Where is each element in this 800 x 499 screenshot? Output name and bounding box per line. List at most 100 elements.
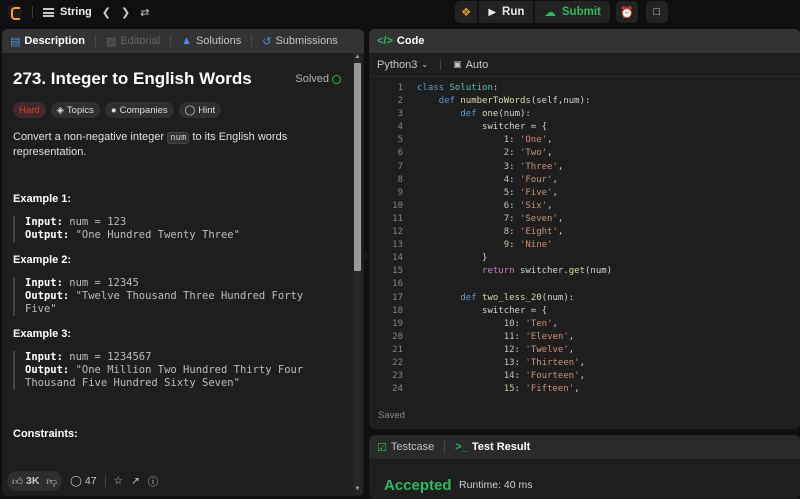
- line-number: 10: [392, 200, 403, 211]
- line-number: 5: [397, 135, 403, 146]
- code-line[interactable]: 5 1: 'One',: [369, 134, 800, 147]
- code-line[interactable]: 12 8: 'Eight',: [369, 226, 800, 239]
- code-line[interactable]: 18 switcher = {: [369, 305, 800, 318]
- question-icon[interactable]: ⓘ: [148, 474, 159, 489]
- checkbox-icon: ☑: [377, 441, 387, 454]
- problem-title[interactable]: 273. Integer to English Words: [13, 69, 252, 89]
- tab-submissions[interactable]: ↺ Submissions: [262, 35, 338, 48]
- code-line[interactable]: 13 9: 'Nine': [369, 239, 800, 252]
- input-label: Input:: [25, 351, 63, 363]
- hint-tag[interactable]: ◯ Hint: [178, 102, 222, 118]
- tab-code[interactable]: </> Code: [377, 35, 424, 47]
- comment-count: 47: [84, 475, 97, 487]
- lightbulb-icon: ◯: [184, 104, 196, 116]
- line-number: 24: [392, 384, 403, 395]
- top-bar: String ❮ ❯ ⇄ ❖ ▶ Run ☁ Submit ⏰ □: [0, 0, 800, 24]
- description-scrollbar[interactable]: ▲ ▼: [353, 53, 362, 495]
- solved-label: Solved: [295, 73, 329, 85]
- code-text: 4: 'Four',: [503, 174, 558, 185]
- line-number: 14: [392, 253, 403, 264]
- problem-content: 273. Integer to English Words Solved Har…: [2, 53, 352, 466]
- code-line[interactable]: 3 def one(num):: [369, 108, 800, 121]
- code-line[interactable]: 10 6: 'Six',: [369, 200, 800, 213]
- scrollbar-thumb[interactable]: [354, 63, 361, 271]
- comments-button[interactable]: ◯ 47: [70, 475, 96, 487]
- code-text: 5: 'Five',: [503, 187, 558, 198]
- saved-status: Saved: [378, 410, 405, 421]
- verdict-label: Accepted: [384, 477, 452, 494]
- code-line[interactable]: 11 7: 'Seven',: [369, 213, 800, 226]
- lock-icon: ▣: [453, 59, 462, 69]
- thumbs-down-icon[interactable]: 👎︎: [46, 475, 57, 488]
- line-number: 20: [392, 331, 403, 342]
- line-number: 8: [397, 174, 403, 185]
- problem-list-button[interactable]: String: [43, 6, 92, 18]
- code-line[interactable]: 7 3: 'Three',: [369, 161, 800, 174]
- code-line[interactable]: 2 def numberToWords(self,num):: [369, 95, 800, 108]
- thumbs-up-icon[interactable]: 👍︎: [12, 475, 23, 488]
- line-number: 12: [392, 227, 403, 238]
- code-tabs: </> Code: [369, 29, 800, 53]
- example-title: Example 1:: [13, 193, 72, 205]
- scroll-up-icon[interactable]: ▲: [354, 54, 361, 61]
- tab-solutions[interactable]: ▲ Solutions: [181, 35, 241, 47]
- code-line[interactable]: 4 switcher = {: [369, 121, 800, 134]
- code-text: 12: 'Twelve',: [503, 344, 575, 355]
- scroll-down-icon[interactable]: ▼: [354, 486, 361, 493]
- topics-tag[interactable]: ◈ Topics: [50, 102, 100, 118]
- debug-button[interactable]: ❖: [455, 1, 478, 23]
- leetcode-logo-icon[interactable]: [8, 5, 22, 20]
- companies-tag[interactable]: ● Companies: [104, 102, 174, 118]
- code-line[interactable]: 23 14: 'Fourteen',: [369, 370, 800, 383]
- submit-label: Submit: [561, 6, 601, 18]
- code-line[interactable]: 1 class Solution:: [369, 82, 800, 95]
- chevron-right-icon[interactable]: ❯: [121, 6, 130, 19]
- code-line[interactable]: 14 }: [369, 252, 800, 265]
- code-line[interactable]: 6 2: 'Two',: [369, 147, 800, 160]
- terminal-icon: >_: [455, 441, 468, 453]
- problem-description: Convert a non-negative integer num to it…: [13, 130, 341, 159]
- line-number: 18: [392, 305, 403, 316]
- mode-select[interactable]: ▣ Auto: [453, 59, 488, 71]
- result-tabs: ☑ Testcase >_ Test Result: [369, 435, 800, 459]
- alarm-clock-icon: ⏰: [620, 6, 634, 19]
- topics-label: Topics: [66, 104, 94, 116]
- tab-test-result[interactable]: >_ Test Result: [455, 441, 530, 453]
- notes-button[interactable]: □: [645, 1, 668, 23]
- code-line[interactable]: 9 5: 'Five',: [369, 187, 800, 200]
- line-number: 9: [397, 187, 403, 198]
- constraints-title: Constraints:: [13, 428, 78, 440]
- line-number: 19: [392, 318, 403, 329]
- description-text: Convert a non-negative integer: [13, 131, 168, 143]
- tab-description[interactable]: ▤ Description: [10, 35, 85, 48]
- code-line[interactable]: 16: [369, 278, 800, 291]
- code-line[interactable]: 17 def two_less_20(num):: [369, 292, 800, 305]
- example-title: Example 2:: [13, 254, 72, 266]
- star-icon[interactable]: ☆: [114, 475, 123, 487]
- line-number: 11: [392, 213, 403, 224]
- line-number: 16: [392, 279, 403, 290]
- code-text: 11: 'Eleven',: [503, 331, 575, 342]
- submit-button[interactable]: ☁ Submit: [535, 1, 610, 23]
- timer-button[interactable]: ⏰: [615, 1, 638, 23]
- code-line[interactable]: 22 13: 'Thirteen',: [369, 357, 800, 370]
- code-line[interactable]: 24 15: 'Fifteen',: [369, 383, 800, 396]
- code-editor[interactable]: 1 class Solution: 2 def numberToWords(self…: [369, 82, 800, 400]
- tab-editorial[interactable]: ▧ Editorial: [106, 35, 160, 48]
- chevron-left-icon[interactable]: ❮: [102, 6, 111, 19]
- example-box: Input: num = 1234567 Output: "One Millio…: [13, 351, 341, 390]
- language-select[interactable]: Python3 ⌄: [377, 59, 428, 71]
- line-number: 4: [397, 122, 403, 133]
- line-number: 23: [392, 371, 403, 382]
- solved-status: Solved: [295, 73, 341, 85]
- code-line[interactable]: 19 10: 'Ten',: [369, 318, 800, 331]
- tab-testcase[interactable]: ☑ Testcase: [377, 441, 434, 454]
- run-button[interactable]: ▶ Run: [479, 1, 534, 23]
- code-line[interactable]: 8 4: 'Four',: [369, 174, 800, 187]
- shuffle-icon[interactable]: ⇄: [140, 6, 149, 19]
- code-line[interactable]: 21 12: 'Twelve',: [369, 344, 800, 357]
- code-line[interactable]: 15 return switcher.get(num): [369, 265, 800, 278]
- code-line[interactable]: 20 11: 'Eleven',: [369, 331, 800, 344]
- share-icon[interactable]: ↗: [131, 475, 140, 487]
- panel-resize-handle[interactable]: ⋮: [362, 250, 370, 270]
